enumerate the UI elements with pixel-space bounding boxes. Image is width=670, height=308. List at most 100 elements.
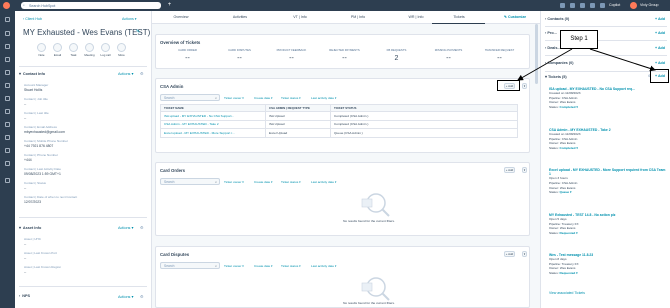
ticket-link[interactable]: Excel upload - MY EXHAUSTED - More Suppo… [549,168,667,176]
filter-ticket-status[interactable]: Ticket status ▾ [281,180,301,184]
tab-vt-info[interactable]: VT | Info [278,15,322,19]
filter-create-date[interactable]: Create date ▾ [254,96,273,100]
column-ticket-name[interactable]: TICKET NAME [160,104,266,112]
companies-section-header[interactable]: › Companies (0) [545,61,574,65]
record-actions-menu[interactable]: Actions ▾ [122,17,137,21]
help-icon[interactable] [580,3,585,8]
marketing-icon[interactable] [5,57,10,62]
property-last-known-port[interactable]: Asset | Last Known Port -- [24,251,144,260]
ticket-link[interactable]: CSA Admin - MY EXHAUSTED - Take 2 [164,122,219,126]
inbox-icon[interactable] [5,44,10,49]
contacts-icon[interactable] [5,31,10,36]
property-asset-uhc[interactable]: Asset | UHC -- [24,237,144,246]
bookmarks-icon[interactable] [5,17,10,22]
card-disputes-search-input[interactable]: Search ⌕ [160,262,220,269]
property-next-contact-date[interactable]: Contact | Date of when to next Contact 12… [24,195,144,204]
back-to-client-hub-link[interactable]: ‹ Client Hub [23,17,42,21]
contacts-add-button[interactable]: + Add [655,17,665,21]
card-orders-more-button[interactable]: ▾ [522,167,527,173]
card-disputes-add-button[interactable]: + Add [504,251,515,257]
property-email[interactable]: Contact | Email Address mbyexhausted@gmai… [24,125,144,134]
meeting-button[interactable]: Meeting [84,43,95,57]
card-orders-add-button[interactable]: + Add [504,167,515,173]
property-account-manager[interactable]: Account Manager Stuart Hollis [24,83,144,92]
content-icon[interactable] [5,70,10,75]
task-button[interactable]: Task [68,43,79,57]
sales-icon[interactable] [5,83,10,88]
csa-more-button[interactable]: ▾ [522,83,527,89]
card-orders-search-input[interactable]: Search ⌕ [160,178,220,185]
deals-add-button[interactable]: + Add [655,46,665,50]
property-status[interactable]: Contact | Status -- [24,181,144,190]
library-icon[interactable] [5,148,10,153]
edit-pencil-icon[interactable]: ✎ [136,29,140,35]
create-plus-icon[interactable]: + [166,2,173,9]
csa-search-input[interactable]: Search ⌕ [160,94,220,101]
expand-sidebar-icon[interactable] [5,178,10,183]
ticket-status-dropdown[interactable]: Queue ▾ [560,190,572,194]
nps-actions-menu[interactable]: Actions ▾ [118,294,133,299]
filter-ticket-owner[interactable]: Ticket owner ▾ [224,180,244,184]
global-search-input[interactable]: ⌕ Search HubSpot [21,2,161,9]
tab-tickets[interactable]: Tickets [434,15,484,19]
marketplace-icon[interactable] [570,3,575,8]
filter-last-activity-date[interactable]: Last activity date ▾ [311,180,336,184]
more-button[interactable]: More [116,43,127,57]
customize-tabs-button[interactable]: ✎ Customize [504,15,526,19]
asset-info-section-header[interactable]: ▾ Asset Info Actions ▾ ⚙ [19,225,147,230]
products-add-button[interactable]: + Add [655,31,665,35]
gear-icon[interactable]: ⚙ [140,294,143,299]
tickets-section-header[interactable]: ▾ Tickets (5) [545,74,567,79]
ticket-status-dropdown[interactable]: Completed ▾ [560,105,578,109]
tab-activities[interactable]: Activities [220,15,260,19]
products-section-header[interactable]: › Pro... [545,31,557,35]
contact-info-section-header[interactable]: ▾ Contact Info Actions ▾ ⚙ [19,71,147,76]
commerce-icon[interactable] [5,135,10,140]
nps-section-header[interactable]: › NPS Actions ▾ ⚙ [19,294,147,299]
ticket-link[interactable]: ISA upload - MY EXHAUSTED - No CSA Suppo… [164,114,234,118]
filter-ticket-owner[interactable]: Ticket owner ▾ [224,96,244,100]
account-menu[interactable]: Vixly Group [640,3,659,7]
view-associated-tickets-link[interactable]: View associated Tickets [549,291,585,295]
filter-create-date[interactable]: Create date ▾ [254,264,273,268]
ticket-status-dropdown[interactable]: Requested ▾ [560,231,578,235]
card-disputes-more-button[interactable]: ▾ [522,251,527,257]
property-last-title[interactable]: Contact | Last title -- [24,111,144,120]
log-call-button[interactable]: Log call [100,43,111,57]
property-job-title[interactable]: Contact | Job title -- [24,97,144,106]
companies-add-button[interactable]: + Add [655,61,665,65]
service-icon[interactable] [5,96,10,101]
filter-ticket-status[interactable]: Ticket status ▾ [281,96,301,100]
automation-icon[interactable] [5,109,10,114]
contact-info-actions-menu[interactable]: Actions ▾ [118,71,133,76]
filter-last-activity-date[interactable]: Last activity date ▾ [311,264,336,268]
tab-pm-info[interactable]: PM | Info [334,15,382,19]
property-last-known-region[interactable]: Asset | Last Known Region -- [24,265,144,274]
copilot-button[interactable]: Copilot [609,3,620,7]
data-management-icon[interactable] [5,161,10,166]
ticket-link[interactable]: Excel upload - MY EXHAUSTED - More Suppo… [164,131,235,135]
property-phone[interactable]: Contact | Phone Number +444 [24,153,144,162]
tab-overview[interactable]: Overview [162,15,200,19]
deals-section-header[interactable]: › Deals... [545,46,561,50]
filter-ticket-owner[interactable]: Ticket owner ▾ [224,264,244,268]
user-avatar[interactable] [630,2,637,9]
email-button[interactable]: Email [52,43,63,57]
asset-info-actions-menu[interactable]: Actions ▾ [118,225,133,230]
reporting-icon[interactable] [5,122,10,127]
filter-last-activity-date[interactable]: Last activity date ▾ [311,96,336,100]
filter-ticket-status[interactable]: Ticket status ▾ [281,264,301,268]
ticket-status-dropdown[interactable]: Requested ▾ [560,271,578,275]
hubspot-logo-icon[interactable] [3,2,10,9]
scrollbar[interactable] [535,24,538,84]
column-request-type[interactable]: CSA ADMIN | REQUEST TYPE [265,104,331,112]
note-button[interactable]: Note [36,43,47,57]
gear-icon[interactable]: ⚙ [140,225,143,230]
filter-create-date[interactable]: Create date ▾ [254,180,273,184]
property-last-activity-date[interactable]: Contact | Last Activity Date 09/08/2023 1… [24,167,144,176]
column-ticket-status[interactable]: TICKET STATUS [330,104,518,112]
property-mobile-phone[interactable]: Contact | Mobile Phone Number +44 7921 87… [24,139,144,148]
settings-gear-icon[interactable] [590,3,595,8]
ticket-status-dropdown[interactable]: Completed ▾ [560,146,578,150]
gear-icon[interactable]: ⚙ [140,71,143,76]
